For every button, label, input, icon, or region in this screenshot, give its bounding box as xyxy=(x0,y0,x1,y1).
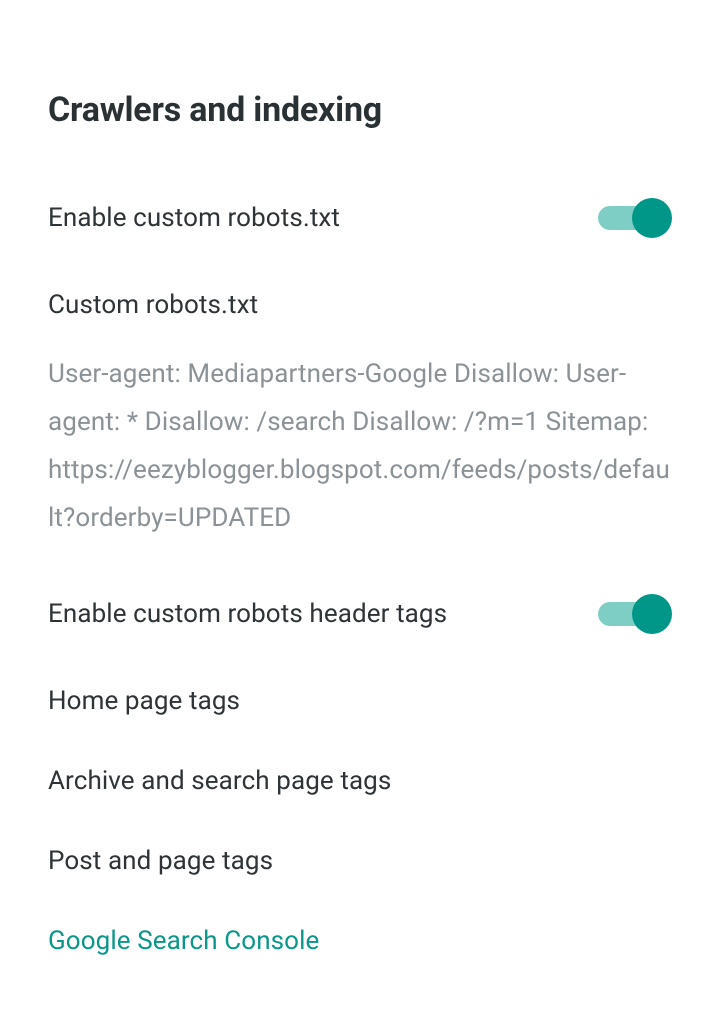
custom-robots-block[interactable]: Custom robots.txt User-agent: Mediapartn… xyxy=(48,290,672,542)
custom-robots-title: Custom robots.txt xyxy=(48,290,672,320)
home-page-tags-item[interactable]: Home page tags xyxy=(48,686,672,716)
enable-custom-robots-toggle[interactable] xyxy=(598,198,672,238)
archive-search-page-tags-item[interactable]: Archive and search page tags xyxy=(48,766,672,796)
google-search-console-link[interactable]: Google Search Console xyxy=(48,926,672,956)
section-title: Crawlers and indexing xyxy=(48,90,672,130)
enable-header-tags-label: Enable custom robots header tags xyxy=(48,599,447,629)
post-and-page-tags-item[interactable]: Post and page tags xyxy=(48,846,672,876)
toggle-thumb xyxy=(632,594,672,634)
crawlers-and-indexing-section: Crawlers and indexing Enable custom robo… xyxy=(0,0,720,956)
enable-custom-robots-label: Enable custom robots.txt xyxy=(48,203,340,233)
custom-robots-body: User-agent: Mediapartners-Google Disallo… xyxy=(48,350,672,542)
toggle-thumb xyxy=(632,198,672,238)
enable-custom-robots-row[interactable]: Enable custom robots.txt xyxy=(48,198,672,238)
enable-header-tags-row[interactable]: Enable custom robots header tags xyxy=(48,594,672,634)
enable-header-tags-toggle[interactable] xyxy=(598,594,672,634)
